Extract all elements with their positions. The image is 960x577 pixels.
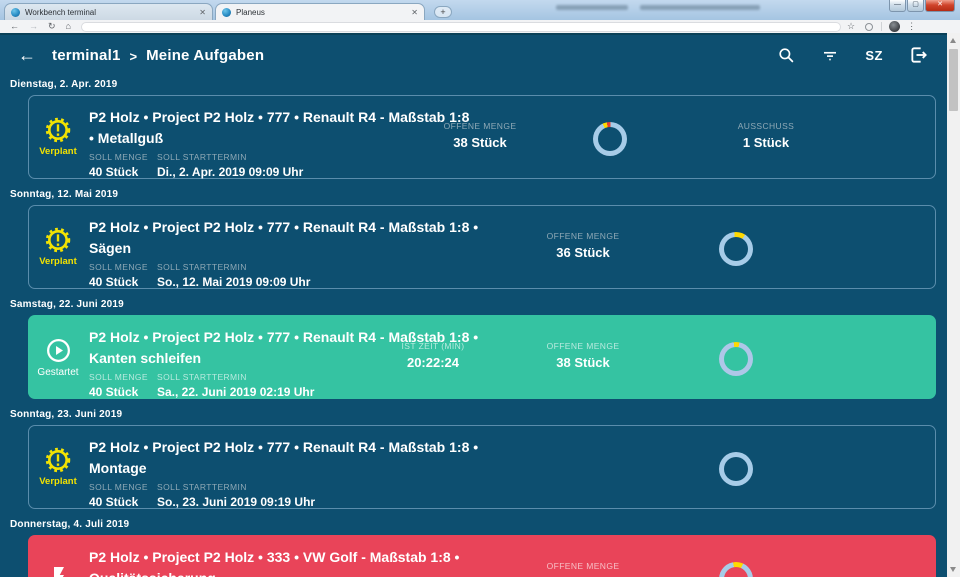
url-input[interactable] xyxy=(80,21,841,32)
gear-alert-icon xyxy=(45,117,71,143)
page-title: Meine Aufgaben xyxy=(146,46,265,64)
back-icon[interactable]: ← xyxy=(10,20,19,33)
window-controls: — ▢ ✕ xyxy=(888,0,955,12)
breadcrumb-terminal: terminal1 xyxy=(52,46,121,64)
section-date: Samstag, 22. Juni 2019 xyxy=(10,299,124,310)
task-card[interactable]: Verplant P2 Holz • Project P2 Holz • 777… xyxy=(28,425,936,509)
soll-starttermin-value: Di., 2. Apr. 2019 09:09 Uhr xyxy=(157,165,304,179)
offene-menge-stat: OFFENE MENGE 18 Stück xyxy=(546,561,620,577)
section-date: Dienstag, 2. Apr. 2019 xyxy=(10,79,118,90)
status-column: Verplant xyxy=(35,96,81,178)
status-column: Verplant xyxy=(35,206,81,288)
task-card[interactable]: Verplant P2 Holz • Project P2 Holz • 777… xyxy=(28,95,936,179)
status-column xyxy=(35,536,81,577)
status-badge: Verplant xyxy=(39,476,77,487)
task-title: P2 Holz • Project P2 Holz • 777 • Renaul… xyxy=(89,439,479,476)
task-list: Dienstag, 2. Apr. 2019 Verplant P2 Holz … xyxy=(0,75,947,577)
status-badge: Verplant xyxy=(39,146,77,157)
new-tab-button[interactable]: + xyxy=(434,6,452,18)
soll-menge-label: SOLL MENGE xyxy=(89,262,148,272)
forward-icon[interactable]: → xyxy=(29,20,38,33)
progress-donut xyxy=(719,342,753,376)
soll-starttermin-value: So., 12. Mai 2019 09:09 Uhr xyxy=(157,275,311,289)
task-title: P2 Holz • Project P2 Holz • 333 • VW Gol… xyxy=(89,549,460,577)
user-initials-button[interactable]: SZ xyxy=(865,48,883,63)
filter-icon[interactable] xyxy=(821,46,839,64)
browser-menu-icon[interactable]: ⋮ xyxy=(907,21,916,32)
offene-menge-stat: OFFENE MENGE 38 Stück xyxy=(546,341,620,370)
soll-starttermin-label: SOLL STARTTERMIN xyxy=(157,262,247,272)
progress-donut xyxy=(719,232,753,266)
chevron-right-icon: > xyxy=(129,48,138,64)
progress-donut xyxy=(719,562,753,577)
status-badge: Verplant xyxy=(39,256,77,267)
task-title: P2 Holz • Project P2 Holz • 777 • Renaul… xyxy=(89,219,479,256)
status-column: Gestartet xyxy=(35,316,81,398)
page-scrollbar[interactable] xyxy=(947,33,960,577)
gear-alert-icon xyxy=(45,447,71,473)
play-circle-icon xyxy=(46,338,70,362)
soll-starttermin-value: So., 23. Juni 2019 09:19 Uhr xyxy=(157,495,316,509)
divider xyxy=(881,22,883,31)
tab-close-icon[interactable]: ✕ xyxy=(199,8,206,17)
soll-menge-value: 40 Stück xyxy=(89,165,139,179)
status-column: Verplant xyxy=(35,426,81,508)
tab-label: Planeus xyxy=(236,7,265,17)
task-card[interactable]: Verplant P2 Holz • Project P2 Holz • 777… xyxy=(28,205,936,289)
exit-icon[interactable] xyxy=(909,45,929,65)
window-title-blur xyxy=(556,5,628,10)
address-bar-actions: ☆ ⋮ xyxy=(847,21,920,32)
section-date: Sonntag, 12. Mai 2019 xyxy=(10,189,119,200)
offene-menge-stat: OFFENE MENGE 38 Stück xyxy=(443,121,517,150)
scrollbar-thumb[interactable] xyxy=(949,49,958,111)
window-minimize-button[interactable]: — xyxy=(889,0,906,12)
app-bar: ← terminal1 > Meine Aufgaben SZ xyxy=(0,33,947,75)
soll-menge-label: SOLL MENGE xyxy=(89,482,148,492)
tab-planeus[interactable]: Planeus ✕ xyxy=(215,3,425,20)
tab-favicon xyxy=(222,7,231,17)
tab-favicon xyxy=(11,7,20,17)
progress-donut xyxy=(593,122,627,156)
app-back-icon[interactable]: ← xyxy=(18,46,36,64)
soll-menge-value: 40 Stück xyxy=(89,385,139,399)
browser-chrome: — ▢ ✕ Workbench terminal ✕ Planeus ✕ + ←… xyxy=(0,0,960,33)
home-icon[interactable]: ⌂ xyxy=(66,20,71,33)
task-card[interactable]: P2 Holz • Project P2 Holz • 333 • VW Gol… xyxy=(28,535,936,577)
bookmark-star-icon[interactable]: ☆ xyxy=(847,21,855,32)
ist-zeit-stat: IST ZEIT (MIN) 20:22:24 xyxy=(401,341,465,370)
address-bar: ← → ↻ ⌂ ☆ ⋮ xyxy=(0,20,960,33)
soll-menge-value: 40 Stück xyxy=(89,275,139,289)
tab-label: Workbench terminal xyxy=(25,7,96,17)
section-date: Donnerstag, 4. Juli 2019 xyxy=(10,519,130,530)
soll-menge-label: SOLL MENGE xyxy=(89,372,148,382)
window-title-blur xyxy=(640,5,760,10)
soll-starttermin-label: SOLL STARTTERMIN xyxy=(157,372,247,382)
soll-starttermin-value: Sa., 22. Juni 2019 02:19 Uhr xyxy=(157,385,315,399)
flash-icon xyxy=(54,567,64,577)
tab-workbench-terminal[interactable]: Workbench terminal ✕ xyxy=(4,3,213,20)
soll-starttermin-label: SOLL STARTTERMIN xyxy=(157,482,247,492)
tab-close-icon[interactable]: ✕ xyxy=(411,8,418,17)
offene-menge-stat: OFFENE MENGE 36 Stück xyxy=(546,231,620,260)
extension-icon[interactable] xyxy=(865,22,874,31)
scroll-down-arrow[interactable] xyxy=(950,567,956,572)
section-date: Sonntag, 23. Juni 2019 xyxy=(10,409,123,420)
reload-icon[interactable]: ↻ xyxy=(48,20,56,33)
window-close-button[interactable]: ✕ xyxy=(925,0,955,12)
gear-alert-icon xyxy=(45,227,71,253)
progress-donut xyxy=(719,452,753,486)
status-badge: Gestartet xyxy=(37,366,79,378)
soll-starttermin-label: SOLL STARTTERMIN xyxy=(157,152,247,162)
window-maximize-button[interactable]: ▢ xyxy=(907,0,924,12)
soll-menge-label: SOLL MENGE xyxy=(89,152,148,162)
browser-avatar[interactable] xyxy=(889,21,901,32)
scroll-up-arrow[interactable] xyxy=(950,38,956,43)
ausschuss-stat: AUSSCHUSS 1 Stück xyxy=(737,121,795,150)
search-icon[interactable] xyxy=(777,46,795,64)
soll-menge-value: 40 Stück xyxy=(89,495,139,509)
task-card[interactable]: Gestartet P2 Holz • Project P2 Holz • 77… xyxy=(28,315,936,399)
